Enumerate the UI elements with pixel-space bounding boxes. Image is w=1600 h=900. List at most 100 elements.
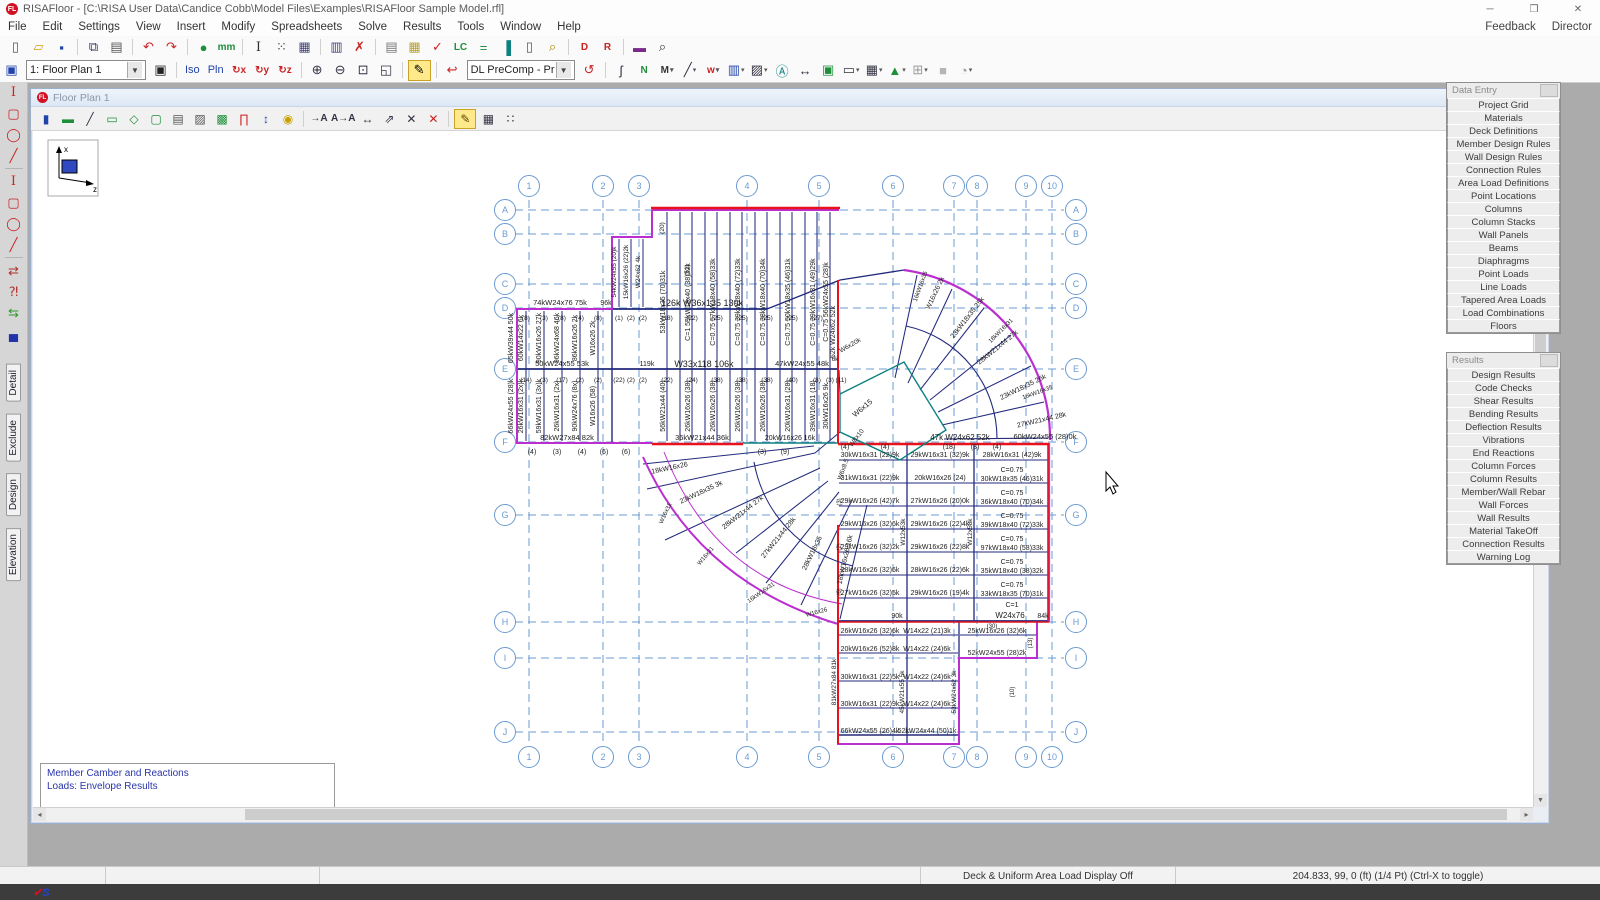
mesh-icon[interactable]: ▦	[294, 38, 315, 57]
dim-between-icon[interactable]: ↔	[357, 110, 377, 128]
open-icon[interactable]: ▱	[28, 38, 49, 57]
edit-pencil-icon[interactable]: ✎	[454, 109, 476, 129]
draw-polygon-icon[interactable]: ◇	[124, 110, 144, 128]
clock-gray-icon[interactable]: ◔▾	[956, 61, 977, 80]
globe-icon[interactable]: ●	[193, 38, 214, 57]
find-icon[interactable]: ⌕	[652, 38, 673, 57]
results-item-end-reactions[interactable]: End Reactions	[1447, 446, 1560, 460]
menu-settings[interactable]: Settings	[70, 21, 128, 33]
scroll-right-icon[interactable]: ▸	[1520, 808, 1533, 821]
menu-file[interactable]: File	[0, 21, 35, 33]
horizontal-scroll-thumb[interactable]	[245, 809, 1507, 820]
modify-beam-icon[interactable]: I	[3, 171, 25, 192]
draw-column-icon[interactable]: ▢	[3, 103, 25, 124]
modify-wall-icon[interactable]: ◯	[3, 213, 25, 234]
fill-style-icon[interactable]: ▨▾	[749, 61, 770, 80]
zoom-out-icon[interactable]: ⊖	[330, 61, 351, 80]
draw-line-icon[interactable]: ╱	[80, 110, 100, 128]
deck-icon[interactable]: ▤	[168, 110, 188, 128]
query-icon[interactable]: ⁈	[3, 281, 25, 302]
draw-brace-icon[interactable]: ╱	[3, 145, 25, 166]
detail-d-icon[interactable]: D	[574, 38, 595, 57]
window-select-icon[interactable]: ▣	[1, 61, 22, 80]
dim-left-icon[interactable]: →A	[309, 110, 329, 128]
menu-view[interactable]: View	[128, 21, 169, 33]
data-entry-item-deck-definitions[interactable]: Deck Definitions	[1447, 124, 1560, 138]
horizontal-scrollbar[interactable]: ◂ ▸	[33, 807, 1533, 822]
data-entry-item-columns[interactable]: Columns	[1447, 202, 1560, 216]
zoom-in-icon[interactable]: ⊕	[307, 61, 328, 80]
zoom-extents-icon[interactable]: ◱	[376, 61, 397, 80]
box-zoom-icon[interactable]: ▣	[818, 61, 839, 80]
data-entry-item-load-combinations[interactable]: Load Combinations	[1447, 306, 1560, 320]
data-entry-item-tapered-area-loads[interactable]: Tapered Area Loads	[1447, 293, 1560, 307]
draw-wall-icon[interactable]: ◯	[3, 124, 25, 145]
menu-solve[interactable]: Solve	[350, 21, 395, 33]
excel-grid-icon[interactable]: ▦	[404, 38, 425, 57]
plan-view-button[interactable]: Pln	[204, 64, 228, 76]
zoom-window-icon[interactable]: ⊡	[353, 61, 374, 80]
load-category-selector[interactable]: DL PreComp - Pr ▼	[467, 60, 575, 80]
floor-plan-drawing[interactable]: 1122334455667788991010AABBCCDDEEFFGGHHII…	[33, 131, 1533, 807]
node-label-icon[interactable]: N	[634, 61, 655, 80]
data-entry-item-column-stacks[interactable]: Column Stacks	[1447, 215, 1560, 229]
print-icon[interactable]: ▤	[106, 38, 127, 57]
deck-hatch-icon[interactable]: ▨	[190, 110, 210, 128]
pencil-edit-icon[interactable]: ✎	[408, 60, 431, 81]
menu-director[interactable]: Director	[1544, 21, 1600, 33]
slab-icon[interactable]: ▩	[212, 110, 232, 128]
floor-plan-canvas[interactable]: 1122334455667788991010AABBCCDDEEFFGGHHII…	[33, 131, 1533, 807]
results-item-column-results[interactable]: Column Results	[1447, 472, 1560, 486]
document-icon[interactable]: ▯	[519, 38, 540, 57]
menu-edit[interactable]: Edit	[35, 21, 71, 33]
door-icon[interactable]: ▐	[496, 38, 517, 57]
delete-all-icon[interactable]: ✕	[423, 110, 443, 128]
results-item-material-takeoff[interactable]: Material TakeOff	[1447, 524, 1560, 538]
results-item-shear-results[interactable]: Shear Results	[1447, 394, 1560, 408]
data-entry-item-member-design-rules[interactable]: Member Design Rules	[1447, 137, 1560, 151]
new-icon[interactable]: ▯	[5, 38, 26, 57]
data-entry-item-connection-rules[interactable]: Connection Rules	[1447, 163, 1560, 177]
data-entry-item-materials[interactable]: Materials	[1447, 111, 1560, 125]
help-book-icon[interactable]: ▬	[629, 38, 650, 57]
rotate-z-icon[interactable]: ↻z	[275, 61, 296, 80]
modify-column-icon[interactable]: ▢	[3, 192, 25, 213]
menu-modify[interactable]: Modify	[213, 21, 263, 33]
tab-detail[interactable]: Detail	[6, 364, 21, 402]
results-item-design-results[interactable]: Design Results	[1447, 368, 1560, 382]
rotate-x-icon[interactable]: ↻x	[229, 61, 250, 80]
rotate-load-icon[interactable]: ↺	[579, 61, 600, 80]
restore-button[interactable]: ❐	[1512, 0, 1556, 18]
floor-plan-selector[interactable]: 1: Floor Plan 1 ▼	[26, 60, 146, 80]
units-icon[interactable]: mm	[216, 38, 237, 57]
envelope-icon[interactable]: =	[473, 38, 494, 57]
chevron-down-icon[interactable]: ▾	[764, 66, 768, 74]
slope-icon[interactable]: ⇗	[379, 110, 399, 128]
copy-icon[interactable]: ⧉	[83, 38, 104, 57]
w-shape-icon[interactable]: w▾	[703, 61, 724, 80]
results-item-warning-log[interactable]: Warning Log	[1447, 550, 1560, 564]
scroll-left-icon[interactable]: ◂	[33, 808, 46, 821]
tab-design[interactable]: Design	[6, 473, 21, 516]
menu-results[interactable]: Results	[395, 21, 449, 33]
draw-rect-icon[interactable]: ▭	[102, 110, 122, 128]
results-item-wall-results[interactable]: Wall Results	[1447, 511, 1560, 525]
data-entry-header[interactable]: Data Entry	[1447, 83, 1560, 99]
data-entry-item-line-loads[interactable]: Line Loads	[1447, 280, 1560, 294]
results-item-bending-results[interactable]: Bending Results	[1447, 407, 1560, 421]
tab-elevation[interactable]: Elevation	[6, 528, 21, 581]
dot-grid-icon[interactable]: ∷	[500, 110, 520, 128]
rotate-y-icon[interactable]: ↻y	[252, 61, 273, 80]
chevron-down-icon[interactable]: ▾	[856, 66, 860, 74]
undo-icon[interactable]: ↶	[138, 38, 159, 57]
data-entry-item-beams[interactable]: Beams	[1447, 241, 1560, 255]
tab-exclude[interactable]: Exclude	[6, 414, 21, 462]
menu-window[interactable]: Window	[492, 21, 549, 33]
results-item-wall-forces[interactable]: Wall Forces	[1447, 498, 1560, 512]
draw-beam-icon[interactable]: I	[3, 82, 25, 103]
results-item-member-wall-rebar[interactable]: Member/Wall Rebar	[1447, 485, 1560, 499]
section-icon[interactable]: I	[248, 38, 269, 57]
detail-r-icon[interactable]: R	[597, 38, 618, 57]
chevron-down-icon[interactable]: ▾	[670, 66, 674, 74]
chevron-down-icon[interactable]: ▼	[556, 62, 571, 78]
